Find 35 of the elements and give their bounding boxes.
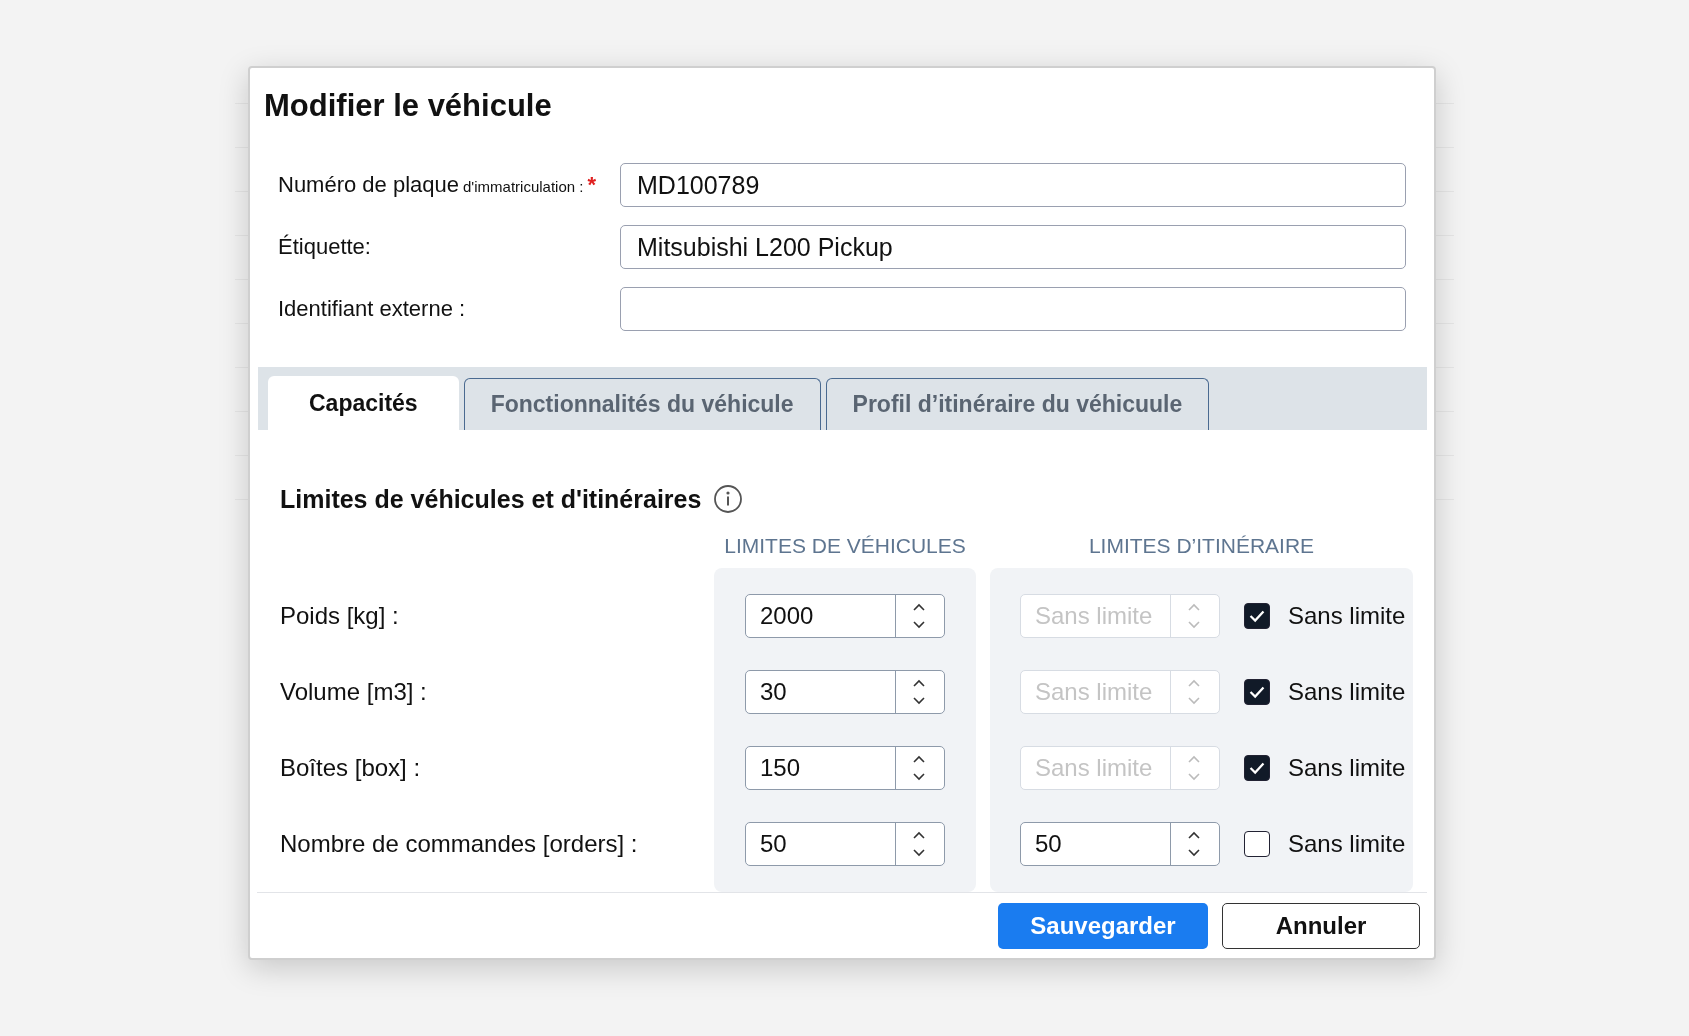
number-field[interactable]: 150 [745,746,945,791]
field-label: Identifiant externe : [278,296,466,323]
number-field[interactable]: 50 [745,822,945,867]
limit-label: Poids [kg] : [280,602,399,631]
number-field[interactable]: 30 [745,670,945,715]
tab[interactable]: Profil d’itinéraire du véhicuule [825,378,1210,431]
required-mark: * [587,172,596,199]
field-label: Numéro de plaque [278,172,459,199]
number-field[interactable]: 2000 [745,594,945,639]
dialog-title: Modifier le véhicule [263,87,553,125]
field-label: d'immatriculation : [463,178,584,196]
limit-label: Volume [m3] : [280,678,427,707]
info-icon[interactable] [713,484,744,515]
text-field[interactable]: MD100789 [620,163,1406,208]
cancel-button[interactable]: Annuler [1222,902,1420,949]
checkbox[interactable] [1244,755,1270,782]
tab[interactable]: Capacités [268,376,459,431]
limit-label: Nombre de commandes [orders] : [280,830,638,859]
field-label: Étiquette: [278,234,371,261]
column-header: LIMITES D’ITINÉRAIRE [1087,534,1316,560]
checkbox[interactable] [1244,603,1270,630]
number-field[interactable]: 50 [1020,822,1220,867]
checkbox-label: Sans limite [1288,678,1406,707]
limit-label: Boîtes [box] : [280,754,421,783]
checkbox-label: Sans limite [1288,754,1406,783]
tab[interactable]: Fonctionnalités du véhicule [463,378,821,431]
save-button[interactable]: Sauvegarder [998,902,1208,949]
checkbox[interactable] [1244,679,1270,706]
text-field[interactable]: Mitsubishi L200 Pickup [620,225,1406,270]
section-title: Limites de véhicules et d'itinéraires [280,484,702,514]
checkbox-label: Sans limite [1288,830,1406,859]
column-header: LIMITES DE VÉHICULES [723,534,967,560]
checkbox[interactable] [1244,831,1270,858]
checkbox-label: Sans limite [1288,602,1406,631]
text-field[interactable] [620,287,1406,332]
